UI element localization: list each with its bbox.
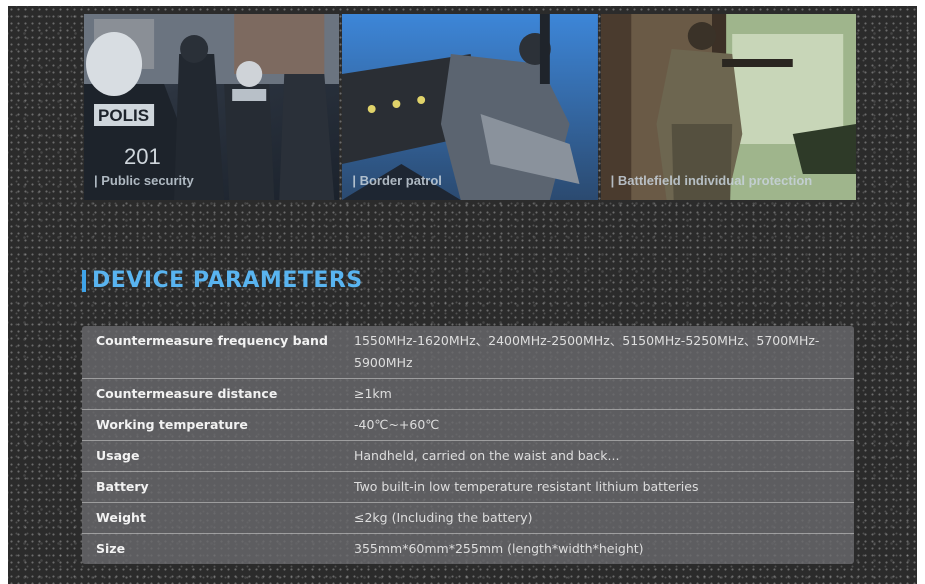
application-banner: POLIS 201 | Public security | Border pat… — [84, 14, 856, 200]
table-row: Battery Two built-in low temperature res… — [82, 472, 854, 503]
photo-border-patrol: | Border patrol — [342, 14, 598, 200]
param-value: ≥1km — [354, 386, 392, 401]
svg-text:201: 201 — [124, 144, 161, 169]
photo-battlefield-protection: | Battlefield individual protection — [600, 14, 856, 200]
param-value: 1550MHz-1620MHz、2400MHz-2500MHz、5150MHz-… — [354, 333, 820, 370]
param-label: Size — [96, 541, 126, 556]
table-row: Working temperature -40℃~+60℃ — [82, 410, 854, 441]
param-value: -40℃~+60℃ — [354, 417, 440, 432]
param-label: Working temperature — [96, 417, 248, 432]
photo-caption: | Border patrol — [352, 173, 442, 188]
table-row: Size 355mm*60mm*255mm (length*width*heig… — [82, 534, 854, 564]
section-heading: DEVICE PARAMETERS — [82, 268, 363, 293]
param-label: Weight — [96, 510, 146, 525]
heading-text: DEVICE PARAMETERS — [92, 268, 363, 293]
param-label: Battery — [96, 479, 149, 494]
param-value: Handheld, carried on the waist and back.… — [354, 448, 620, 463]
photo-caption: | Battlefield individual protection — [610, 173, 813, 188]
param-value: ≤2kg (Including the battery) — [354, 510, 533, 525]
param-label: Countermeasure distance — [96, 386, 278, 401]
param-label: Countermeasure frequency band — [96, 333, 328, 348]
table-row: Weight ≤2kg (Including the battery) — [82, 503, 854, 534]
svg-text:POLIS: POLIS — [98, 106, 149, 125]
photo-public-security: POLIS 201 | Public security — [84, 14, 340, 200]
param-value: Two built-in low temperature resistant l… — [354, 479, 699, 494]
table-row: Countermeasure frequency band 1550MHz-16… — [82, 326, 854, 379]
table-row: Countermeasure distance ≥1km — [82, 379, 854, 410]
param-value: 355mm*60mm*255mm (length*width*height) — [354, 541, 644, 556]
heading-accent-bar — [82, 269, 86, 292]
device-parameters-table: Countermeasure frequency band 1550MHz-16… — [82, 326, 854, 564]
photo-caption: | Public security — [94, 173, 194, 188]
param-label: Usage — [96, 448, 140, 463]
page-frame: POLIS 201 | Public security | Border pat… — [8, 6, 917, 584]
table-row: Usage Handheld, carried on the waist and… — [82, 441, 854, 472]
